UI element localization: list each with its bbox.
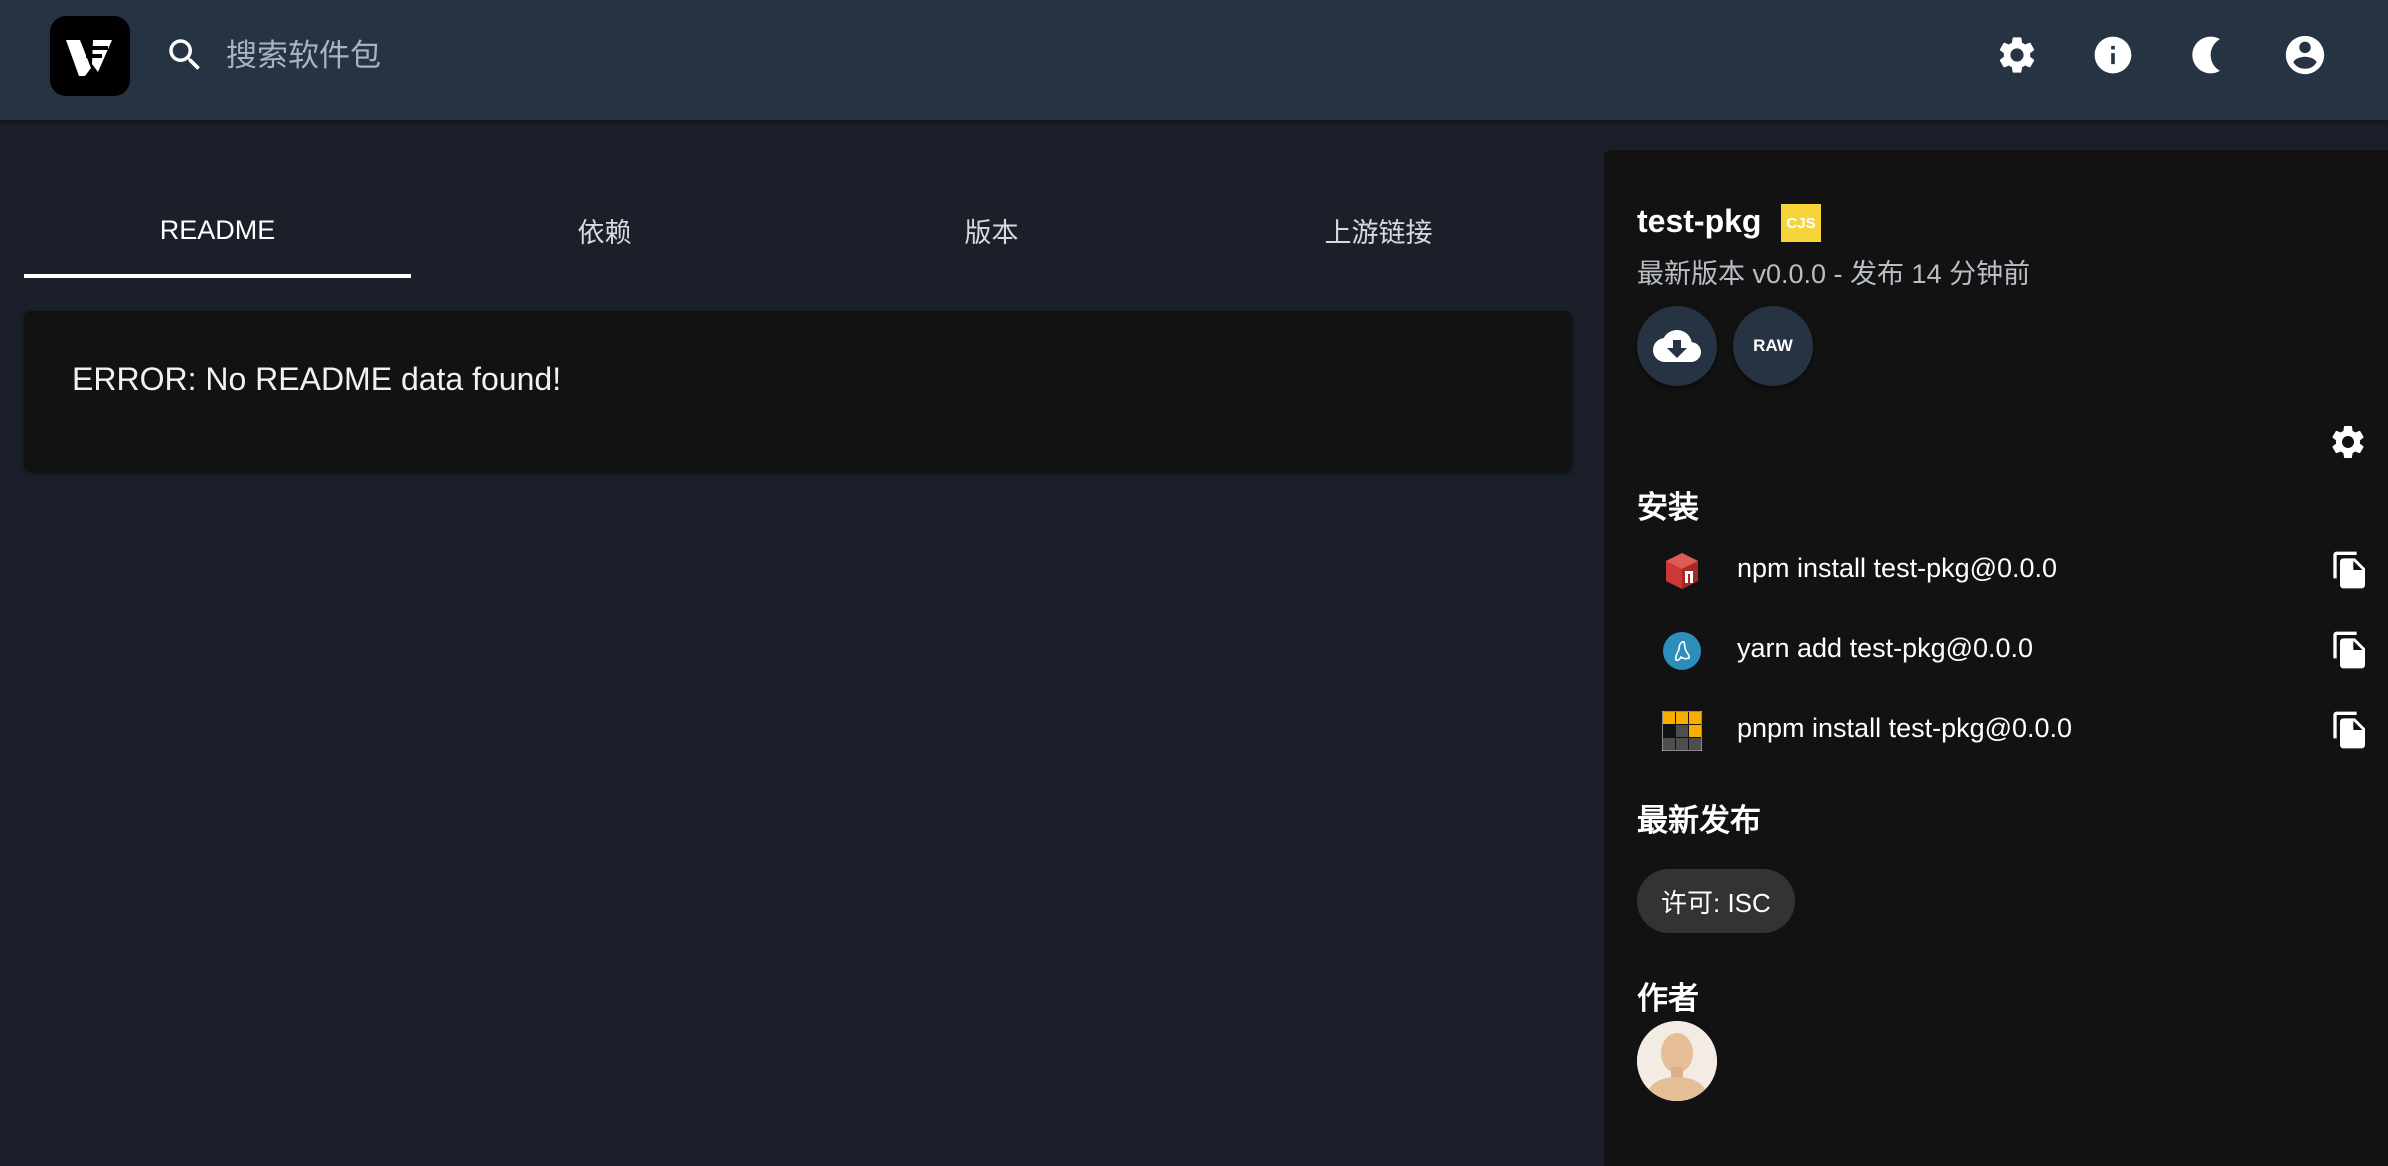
theme-toggle-button[interactable] (2182, 30, 2232, 80)
active-tab-indicator (24, 274, 411, 278)
package-name: test-pkg (1637, 203, 1762, 239)
tab-versions[interactable]: 版本 (798, 180, 1185, 280)
moon-icon (2192, 36, 2220, 74)
package-tabs: README 依赖 版本 上游链接 (24, 180, 1572, 280)
tab-label: 依赖 (577, 217, 632, 248)
gear-icon[interactable] (2328, 422, 2368, 462)
avatar-placeholder-icon (1637, 1021, 1717, 1101)
tab-dependencies[interactable]: 依赖 (411, 180, 798, 280)
npm-icon (1666, 553, 1698, 589)
copy-icon[interactable] (2330, 629, 2370, 671)
install-row-npm: npm install test-pkg@0.0.0 (1604, 531, 2388, 611)
latest-section-title: 最新发布 (1637, 803, 1761, 838)
cloud-download-icon (1653, 330, 1701, 362)
author-section-title: 作者 (1637, 981, 1699, 1016)
install-row-pnpm: pnpm install test-pkg@0.0.0 (1604, 691, 2388, 771)
gear-icon (1999, 37, 2035, 73)
pnpm-icon (1662, 711, 1702, 751)
install-command: yarn add test-pkg@0.0.0 (1737, 633, 2034, 663)
tab-label: README (159, 214, 276, 245)
logo-icon (66, 40, 112, 76)
yarn-icon (1663, 632, 1701, 670)
readme-error-text: ERROR: No README data found! (72, 361, 562, 397)
install-command: npm install test-pkg@0.0.0 (1737, 553, 2058, 583)
account-button[interactable] (2280, 30, 2330, 80)
download-tarball-button[interactable] (1637, 306, 1717, 386)
app-header (0, 0, 2388, 120)
package-version-info: 最新版本 v0.0.0 - 发布 14 分钟前 (1637, 259, 2031, 289)
account-icon (2285, 35, 2325, 75)
raw-label: RAW (1753, 336, 1793, 355)
raw-manifest-button[interactable]: RAW (1733, 306, 1813, 386)
install-section-title: 安装 (1637, 490, 1699, 525)
search-input[interactable] (226, 28, 1126, 84)
verdaccio-logo[interactable] (50, 16, 130, 96)
tab-uplinks[interactable]: 上游链接 (1185, 180, 1572, 280)
author-avatar[interactable] (1637, 1021, 1717, 1101)
info-button[interactable] (2088, 30, 2138, 80)
copy-icon[interactable] (2330, 549, 2370, 591)
install-row-yarn: yarn add test-pkg@0.0.0 (1604, 611, 2388, 691)
settings-button[interactable] (1992, 30, 2042, 80)
license-chip: 许可: ISC (1637, 869, 1795, 933)
cjs-badge: CJS (1781, 204, 1821, 242)
copy-icon[interactable] (2330, 709, 2370, 751)
readme-panel: ERROR: No README data found! (24, 311, 1572, 471)
info-icon (2094, 36, 2132, 74)
package-sidebar: test-pkg CJS 最新版本 v0.0.0 - 发布 14 分钟前 RAW… (1604, 150, 2388, 1166)
tab-label: 上游链接 (1324, 217, 1433, 248)
tab-readme[interactable]: README (24, 180, 411, 280)
install-command: pnpm install test-pkg@0.0.0 (1737, 713, 2073, 743)
search-icon (169, 39, 200, 70)
tab-label: 版本 (964, 217, 1019, 248)
